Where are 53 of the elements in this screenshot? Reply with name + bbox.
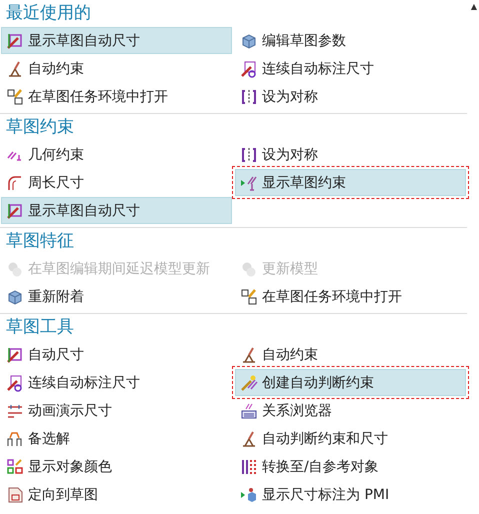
menu-item[interactable]: 自动尺寸 — [1, 341, 232, 368]
wand-icon — [240, 374, 258, 392]
menu-item[interactable]: 编辑草图参数 — [235, 27, 466, 54]
menu-item[interactable]: 连续自动标注尺寸 — [235, 55, 466, 82]
menu-item[interactable]: 创建自动判断约束 — [235, 369, 466, 396]
colored-squares-icon — [6, 458, 24, 476]
play-lines-icon — [240, 174, 258, 192]
section-title: 最近使用的 — [5, 2, 92, 25]
squares-pen-icon — [6, 88, 24, 106]
bars-icon — [240, 458, 258, 476]
play-cube-icon — [240, 486, 258, 504]
menu-item[interactable]: 显示草图约束 — [235, 169, 466, 196]
pen-stand-icon — [6, 60, 24, 78]
menu-item[interactable]: 周长尺寸 — [1, 169, 232, 196]
menu-item[interactable]: 显示草图自动尺寸 — [1, 27, 232, 54]
menu-item[interactable]: 备选解 — [1, 425, 232, 452]
cube-icon — [240, 32, 258, 50]
menu-item[interactable]: 自动判断约束和尺寸 — [235, 425, 466, 452]
brackets-icon — [6, 430, 24, 448]
section-title: 草图约束 — [5, 116, 75, 139]
keyboard-icon — [240, 402, 258, 420]
symmetry-icon — [240, 146, 258, 164]
frame-pen-icon — [6, 346, 24, 364]
menu-item[interactable]: 动画演示尺寸 — [1, 397, 232, 424]
section-title: 草图特征 — [5, 230, 75, 253]
menu-item[interactable]: 定向到草图 — [1, 481, 232, 508]
menu-item[interactable]: 显示尺寸标注为 PMI — [235, 481, 466, 508]
menu-item[interactable]: 设为对称 — [235, 83, 466, 110]
menu-item[interactable]: 连续自动标注尺寸 — [1, 369, 232, 396]
frame-pen-icon — [6, 202, 24, 220]
cube-icon — [6, 288, 24, 306]
scroll-up-arrow[interactable]: ▲ — [470, 2, 477, 11]
menu-item[interactable]: 自动约束 — [1, 55, 232, 82]
menu-item[interactable]: 转换至/自参考对象 — [235, 453, 466, 480]
section-title: 草图工具 — [5, 316, 75, 339]
sheet-icon — [6, 486, 24, 504]
menu-item[interactable]: 设为对称 — [235, 141, 466, 168]
menu-item[interactable]: 重新附着 — [1, 283, 232, 310]
menu-item[interactable]: 显示草图自动尺寸 — [1, 197, 232, 224]
menu-item[interactable]: 在草图任务环境中打开 — [1, 83, 232, 110]
arc-icon — [6, 174, 24, 192]
pen-circle-icon — [240, 60, 258, 78]
menu-item[interactable]: 几何约束 — [1, 141, 232, 168]
pen-circle-icon — [6, 374, 24, 392]
pen-stand-icon — [240, 346, 258, 364]
menu-item[interactable]: 在草图任务环境中打开 — [235, 283, 466, 310]
frame-pen-icon — [6, 32, 24, 50]
menu-item[interactable]: 自动约束 — [235, 341, 466, 368]
pen-stand-icon — [240, 430, 258, 448]
squares-pen-icon — [240, 288, 258, 306]
menu-item[interactable]: 显示对象颜色 — [1, 453, 232, 480]
symmetry-icon — [240, 88, 258, 106]
menu-item[interactable]: 关系浏览器 — [235, 397, 466, 424]
